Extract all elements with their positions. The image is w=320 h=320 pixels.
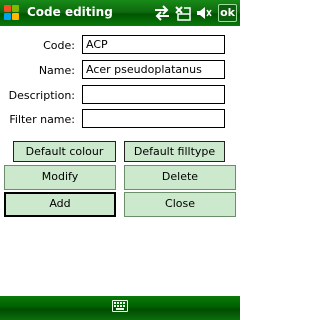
ok-button[interactable]: ok [218, 4, 237, 22]
delete-button[interactable]: Delete [124, 165, 236, 190]
code-label: Code: [43, 39, 75, 52]
filter-name-input[interactable] [82, 109, 225, 128]
description-input[interactable] [82, 85, 225, 104]
keyboard-icon[interactable] [112, 300, 128, 312]
description-label: Description: [8, 89, 75, 102]
add-button[interactable]: Add [4, 192, 116, 217]
volume-icon[interactable] [195, 4, 213, 22]
code-input[interactable]: ACP [82, 35, 225, 54]
name-label: Name: [38, 64, 75, 77]
windows-start-icon[interactable] [3, 4, 21, 22]
default-filltype-button[interactable]: Default filltype [124, 141, 225, 162]
title-bar: Code editing ok [0, 0, 240, 26]
connectivity-icon[interactable] [153, 4, 171, 22]
bottom-bar [0, 296, 240, 320]
name-input[interactable]: Acer pseudoplatanus [82, 60, 225, 79]
signal-off-icon[interactable] [174, 4, 192, 22]
modify-button[interactable]: Modify [4, 165, 116, 190]
filter-name-label: Filter name: [9, 113, 75, 126]
default-colour-button[interactable]: Default colour [13, 141, 116, 162]
close-button[interactable]: Close [124, 192, 236, 217]
window-title: Code editing [27, 5, 113, 19]
